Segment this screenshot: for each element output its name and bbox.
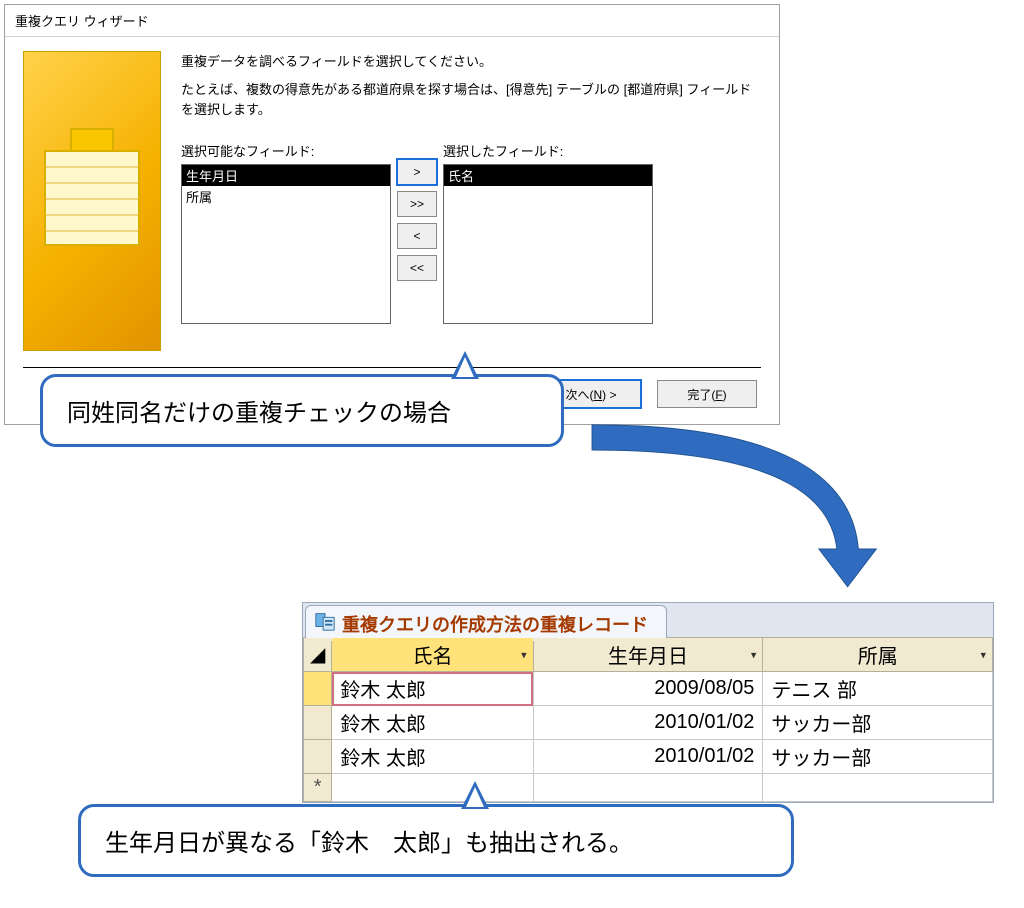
instruction-text: 重複データを調べるフィールドを選択してください。 bbox=[181, 51, 761, 70]
selected-fields-label: 選択したフィールド: bbox=[443, 141, 653, 160]
callout-1-text: 同姓同名だけの重複チェックの場合 bbox=[67, 400, 451, 427]
row-selector[interactable] bbox=[304, 706, 332, 740]
result-grid[interactable]: ◢ 氏名▾ 生年月日▾ 所属▾ 鈴木 太郎 2009/08/05 テニス 部 鈴… bbox=[303, 637, 993, 802]
callout-pointer-icon bbox=[461, 781, 489, 809]
move-left-button[interactable]: < bbox=[397, 223, 437, 249]
cell[interactable]: サッカー部 bbox=[763, 706, 993, 740]
chevron-down-icon[interactable]: ▾ bbox=[521, 648, 527, 661]
cell[interactable]: 鈴木 太郎 bbox=[332, 706, 533, 740]
wizard-illustration bbox=[23, 51, 161, 351]
annotation-callout-2: 生年月日が異なる「鈴木 太郎」も抽出される。 bbox=[78, 804, 794, 877]
move-all-right-button[interactable]: >> bbox=[397, 191, 437, 217]
cell[interactable] bbox=[332, 774, 533, 802]
row-selector[interactable] bbox=[304, 740, 332, 774]
available-fields-listbox[interactable]: 生年月日 所属 bbox=[181, 164, 391, 324]
result-tab-title: 重複クエリの作成方法の重複レコード bbox=[342, 611, 648, 637]
result-datasheet-panel: 重複クエリの作成方法の重複レコード ◢ 氏名▾ 生年月日▾ 所属▾ 鈴木 太郎 … bbox=[302, 602, 994, 803]
cell[interactable]: 2010/01/02 bbox=[533, 740, 763, 774]
example-text: たとえば、複数の得意先がある都道府県を探す場合は、[得意先] テーブルの [都道… bbox=[181, 80, 761, 119]
cell[interactable]: 鈴木 太郎 bbox=[332, 740, 533, 774]
list-item[interactable]: 生年月日 bbox=[182, 165, 390, 186]
cell[interactable]: テニス 部 bbox=[763, 672, 993, 706]
cell[interactable] bbox=[533, 774, 763, 802]
select-all-corner[interactable]: ◢ bbox=[304, 638, 332, 672]
table-row[interactable]: 鈴木 太郎 2009/08/05 テニス 部 bbox=[304, 672, 993, 706]
table-row[interactable]: 鈴木 太郎 2010/01/02 サッカー部 bbox=[304, 740, 993, 774]
flow-arrow-icon bbox=[576, 414, 896, 594]
move-right-button[interactable]: > bbox=[397, 159, 437, 185]
column-header[interactable]: 所属▾ bbox=[763, 638, 993, 672]
cell[interactable]: 2009/08/05 bbox=[533, 672, 763, 706]
cell[interactable] bbox=[763, 774, 993, 802]
cell[interactable]: 2010/01/02 bbox=[533, 706, 763, 740]
result-tab[interactable]: 重複クエリの作成方法の重複レコード bbox=[305, 605, 667, 641]
column-header[interactable]: 生年月日▾ bbox=[533, 638, 763, 672]
list-item[interactable]: 所属 bbox=[182, 186, 390, 207]
annotation-callout-1: 同姓同名だけの重複チェックの場合 bbox=[40, 374, 564, 447]
column-header[interactable]: 氏名▾ bbox=[332, 638, 533, 672]
new-row-marker[interactable]: * bbox=[304, 774, 332, 802]
selected-fields-listbox[interactable]: 氏名 bbox=[443, 164, 653, 324]
chevron-down-icon[interactable]: ▾ bbox=[751, 648, 757, 661]
list-item[interactable]: 氏名 bbox=[444, 165, 652, 186]
cell[interactable]: サッカー部 bbox=[763, 740, 993, 774]
query-icon bbox=[314, 610, 336, 637]
dialog-titlebar: 重複クエリ ウィザード bbox=[5, 5, 779, 37]
cell[interactable]: 鈴木 太郎 bbox=[332, 672, 533, 706]
new-row[interactable]: * bbox=[304, 774, 993, 802]
callout-2-text: 生年月日が異なる「鈴木 太郎」も抽出される。 bbox=[105, 830, 633, 857]
chevron-down-icon[interactable]: ▾ bbox=[980, 648, 986, 661]
available-fields-label: 選択可能なフィールド: bbox=[181, 141, 391, 160]
dialog-title: 重複クエリ ウィザード bbox=[15, 14, 149, 29]
finish-button[interactable]: 完了(F) bbox=[657, 380, 757, 408]
move-all-left-button[interactable]: << bbox=[397, 255, 437, 281]
duplicate-query-wizard-dialog: 重複クエリ ウィザード 重複データを調べるフィールドを選択してください。 たとえ… bbox=[4, 4, 780, 425]
table-row[interactable]: 鈴木 太郎 2010/01/02 サッカー部 bbox=[304, 706, 993, 740]
row-selector[interactable] bbox=[304, 672, 332, 706]
callout-pointer-icon bbox=[451, 351, 479, 379]
